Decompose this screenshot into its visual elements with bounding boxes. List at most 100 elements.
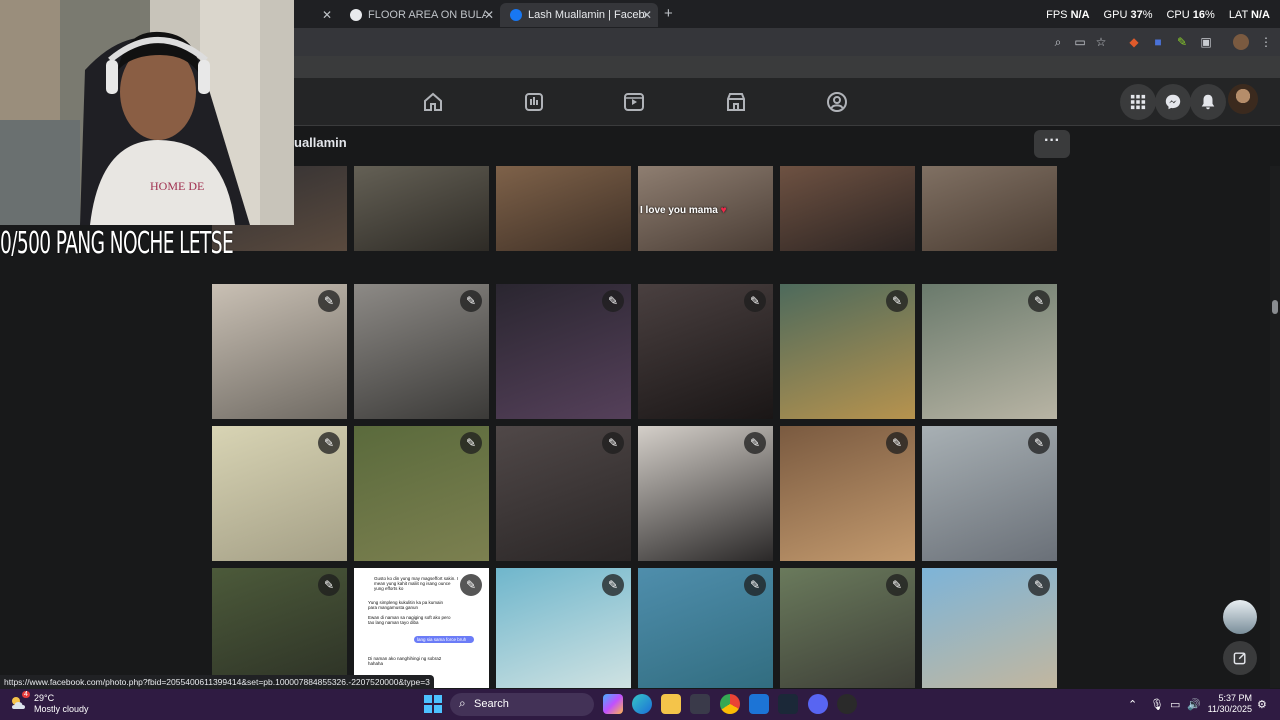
tab-facebook[interactable]: Lash Muallamin | Facebook ✕ [500,3,658,27]
close-icon[interactable]: ✕ [484,8,494,22]
webcam-feed: HOME DE [0,0,294,225]
windows-taskbar: 4 29°C Mostly cloudy ⌕ Search ⌃ 🎙 ▭ 🔊 5:3… [0,689,1280,720]
app-icon[interactable] [837,694,857,714]
edit-pencil-icon[interactable]: ✎ [460,290,482,312]
photo-thumbnail[interactable]: ✎ [496,426,631,561]
photo-thumbnail[interactable]: ✎ [496,568,631,688]
file-explorer-icon[interactable] [661,694,681,714]
network-icon[interactable]: ▭ [1170,698,1180,711]
groups-icon[interactable] [825,90,849,114]
volume-icon[interactable]: 🔊 [1187,698,1201,711]
edit-pencil-icon[interactable]: ✎ [886,574,908,596]
discord-icon[interactable] [808,694,828,714]
photo-thumbnail[interactable] [780,166,915,251]
edit-pencil-icon[interactable]: ✎ [460,432,482,454]
edit-pencil-icon[interactable]: ✎ [744,290,766,312]
bookmark-star-icon[interactable]: ☆ [1093,34,1109,50]
heart-icon: ♥ [720,205,727,216]
photo-thumbnail[interactable]: I love you mama ♥ [638,166,773,251]
photo-thumbnail[interactable]: ✎ [922,426,1057,561]
chat-line: lang sia sama force bruh [414,636,474,643]
tab-label: FLOOR AREA ON BULACAN STATE [368,9,486,21]
photo-thumbnail[interactable]: ✎ [922,568,1057,688]
photo-thumbnail[interactable] [496,166,631,251]
photo-thumbnail[interactable]: ✎ [212,426,347,561]
photo-thumbnail[interactable]: ✎ [638,426,773,561]
photo-thumbnail[interactable]: ✎ [780,284,915,419]
edit-pencil-icon[interactable]: ✎ [744,432,766,454]
chrome-icon[interactable] [720,694,740,714]
photo-thumbnail[interactable]: ✎ [212,568,347,688]
edge-icon[interactable] [632,694,652,714]
mail-icon[interactable] [749,694,769,714]
new-message-button[interactable] [1223,641,1257,675]
zoom-icon[interactable]: ⌕ [1050,34,1066,50]
edit-pencil-icon[interactable]: ✎ [602,290,624,312]
microphone-icon[interactable]: 🎙 [1150,698,1164,711]
photo-thumbnail[interactable]: Gusto ko din yung may magseffort sakin. … [354,568,489,688]
edit-pencil-icon[interactable]: ✎ [318,290,340,312]
close-icon[interactable]: ✕ [322,8,332,22]
notification-center-icon[interactable]: ⚙ [1257,698,1267,711]
edit-pencil-icon[interactable]: ✎ [744,574,766,596]
menu-grid-button[interactable] [1120,84,1156,120]
extension-icon[interactable]: ■ [1150,34,1166,50]
edit-pencil-icon[interactable]: ✎ [886,290,908,312]
photo-thumbnail[interactable]: ✎ [354,426,489,561]
photo-thumbnail[interactable]: ✎ [780,426,915,561]
extension-icon[interactable]: ✎ [1174,34,1190,50]
photo-thumbnail[interactable]: ✎ [922,284,1057,419]
edit-pencil-icon[interactable]: ✎ [602,574,624,596]
system-clock[interactable]: 5:37 PM 11/30/2025 [1206,693,1252,715]
edit-pencil-icon[interactable]: ✎ [886,432,908,454]
profile-avatar-icon[interactable] [1233,34,1249,50]
more-options-button[interactable]: ··· [1034,130,1070,158]
video-icon[interactable] [522,90,546,114]
close-icon[interactable]: ✕ [642,8,652,22]
account-avatar[interactable] [1228,84,1258,114]
new-tab-button[interactable]: + [664,5,673,22]
tab-previous-close[interactable]: ✕ [300,3,338,27]
edit-pencil-icon[interactable]: ✎ [318,574,340,596]
webcam-overlay: HOME DE [0,0,294,225]
edit-pencil-icon[interactable]: ✎ [602,432,624,454]
performance-overlay: FPS N/A GPU 37% CPU 16% LAT N/A [1046,9,1270,21]
compose-icon [1233,652,1246,665]
scrollbar-thumb[interactable] [1272,300,1278,314]
edit-pencil-icon[interactable]: ✎ [1028,574,1050,596]
edit-pencil-icon[interactable]: ✎ [1028,290,1050,312]
reels-icon[interactable] [622,90,646,114]
messenger-button[interactable] [1155,84,1191,120]
copilot-icon[interactable] [603,694,623,714]
chevron-up-icon[interactable]: ⌃ [1128,698,1137,711]
extensions-puzzle-icon[interactable]: ▣ [1198,34,1214,50]
notifications-button[interactable] [1190,84,1226,120]
scrollbar[interactable] [1270,166,1280,688]
photo-thumbnail[interactable]: ✎ [212,284,347,419]
home-icon[interactable] [421,90,445,114]
photo-thumbnail[interactable]: ✎ [780,568,915,688]
grid-icon [1130,94,1146,110]
edit-pencil-icon[interactable]: ✎ [460,574,482,596]
photo-thumbnail[interactable]: ✎ [354,284,489,419]
photo-thumbnail[interactable] [922,166,1057,251]
marketplace-icon[interactable] [724,90,748,114]
extension-icon[interactable]: ◆ [1126,34,1142,50]
photo-thumbnail[interactable]: ✎ [638,284,773,419]
photo-thumbnail[interactable]: ✎ [496,284,631,419]
edit-pencil-icon[interactable]: ✎ [318,432,340,454]
start-button[interactable] [424,695,442,713]
cast-icon[interactable]: ▭ [1072,34,1088,50]
menu-icon[interactable]: ⋮ [1258,34,1274,50]
edit-pencil-icon[interactable]: ✎ [1028,432,1050,454]
chat-line: Yung simpleng kukulitin ka pa kumain par… [368,600,444,610]
weather-text: 29°C Mostly cloudy [34,693,89,714]
steam-icon[interactable] [778,694,798,714]
tab-floor-area[interactable]: FLOOR AREA ON BULACAN STATE ✕ [340,3,500,27]
photo-thumbnail[interactable] [354,166,489,251]
taskbar-search[interactable]: ⌕ Search [450,693,594,716]
photo-grid: I love you mama ♥ ✎ ✎ ✎ ✎ ✎ ✎ ✎ ✎ ✎ ✎ ✎ ✎ ✎ Gusto ko d… [212,166,1058,688]
photo-thumbnail[interactable]: ✎ [638,568,773,688]
store-icon[interactable] [690,694,710,714]
chat-head-avatar[interactable] [1223,600,1257,634]
